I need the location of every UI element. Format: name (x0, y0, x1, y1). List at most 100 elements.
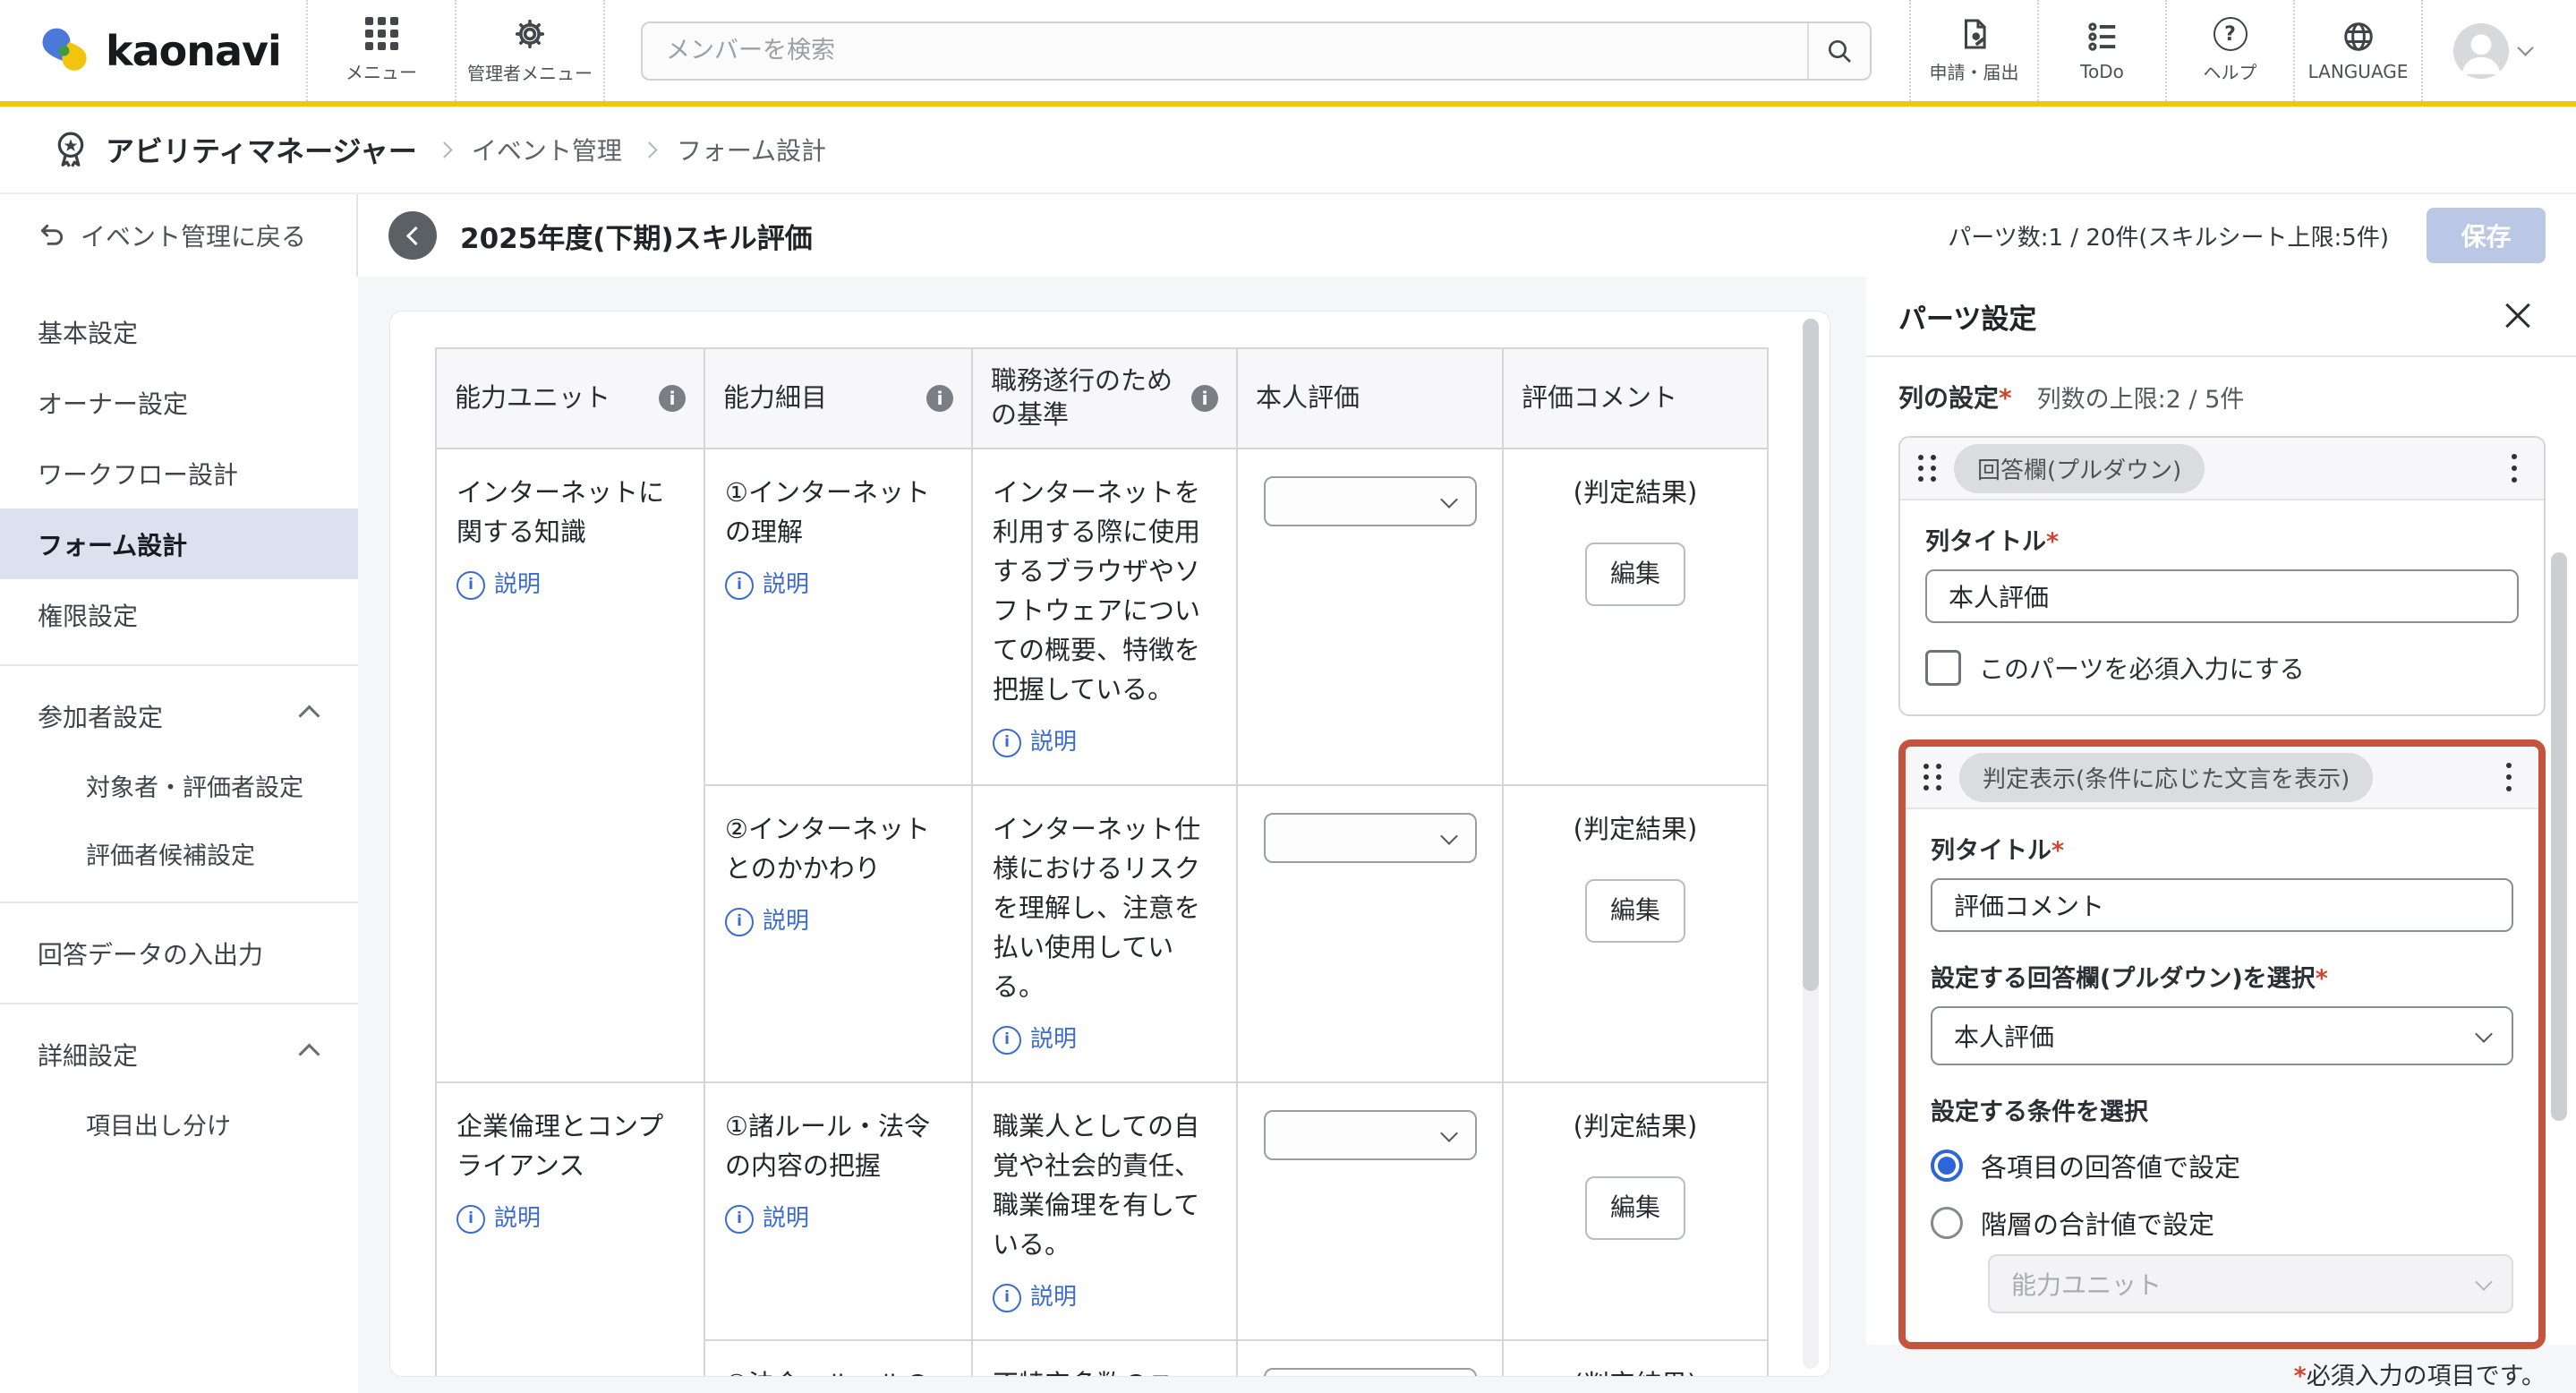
kebab-menu-icon[interactable] (2503, 759, 2515, 795)
self-evaluation-select[interactable] (1264, 1110, 1477, 1160)
required-checkbox-label: このパーツを必須入力にする (1979, 650, 2305, 686)
target-pulldown-select[interactable]: 本人評価 (1931, 1006, 2513, 1065)
info-icon[interactable]: i (926, 385, 953, 412)
sidebar-item-owner-settings[interactable]: オーナー設定 (0, 367, 358, 438)
search-input[interactable] (643, 37, 1807, 64)
sidebar-item-basic-settings[interactable]: 基本設定 (0, 296, 358, 367)
collapse-back-button[interactable] (388, 211, 437, 260)
unit-cell: インターネットに関する知識 i説明 (436, 449, 704, 1082)
help-label: ヘルプ (2204, 58, 2257, 84)
column-setting-row: 列の設定* 列数の上限:2 / 5件 (1898, 379, 2546, 414)
chevron-up-icon (298, 705, 320, 726)
panel-scrollbar-thumb[interactable] (2551, 552, 2567, 1121)
info-icon: i (456, 571, 485, 600)
info-icon: i (993, 1026, 1021, 1055)
sidebar-item-participant-settings[interactable]: 参加者設定 (0, 680, 358, 751)
save-button[interactable]: 保存 (2427, 208, 2546, 263)
edit-button[interactable]: 編集 (1585, 543, 1685, 606)
description-link[interactable]: i説明 (993, 1280, 1077, 1316)
todo-label: ToDo (2080, 61, 2124, 82)
close-icon[interactable] (2501, 299, 2535, 333)
body: 基本設定 オーナー設定 ワークフロー設計 フォーム設計 権限設定 参加者設定 対… (0, 277, 2576, 1393)
table-row: インターネットに関する知識 i説明 ①インターネットの理解 i説明 インターネッ… (436, 449, 1768, 785)
hierarchy-select-disabled: 能力ユニット (1988, 1254, 2513, 1313)
kaonavi-logo-icon (38, 26, 93, 76)
todo-list-icon (2086, 20, 2120, 54)
self-evaluation-select[interactable] (1264, 1368, 1477, 1377)
description-link[interactable]: i説明 (725, 568, 809, 603)
required-note: *必須入力の項目です。 (2294, 1356, 2546, 1391)
kebab-menu-icon[interactable] (2508, 450, 2521, 486)
parts-settings-panel: パーツ設定 列の設定* 列数の上限:2 / 5件 回答欄(プルダウン) 列 (1866, 277, 2576, 1345)
breadcrumb-event-management[interactable]: イベント管理 (472, 132, 622, 167)
description-link[interactable]: i説明 (993, 1022, 1077, 1058)
description-link[interactable]: i説明 (456, 1201, 541, 1237)
avatar (2453, 23, 2509, 79)
description-link[interactable]: i説明 (993, 725, 1077, 761)
self-evaluation-select[interactable] (1264, 476, 1477, 526)
description-link[interactable]: i説明 (725, 1201, 809, 1237)
applications-label: 申請・届出 (1930, 58, 2019, 84)
edit-button[interactable]: 編集 (1585, 879, 1685, 943)
chevron-right-icon (436, 141, 452, 158)
edit-button[interactable]: 編集 (1585, 1176, 1685, 1240)
column-title-label: 列タイトル (1931, 837, 2051, 865)
criteria-cell: インターネット仕様におけるリスクを理解し、注意を払い使用している。 i説明 (972, 785, 1237, 1082)
unit-cell: 企業倫理とコンプライアンス i説明 (436, 1082, 704, 1377)
help-button[interactable]: ? ヘルプ (2165, 0, 2293, 101)
drag-handle-icon[interactable] (1923, 764, 1941, 791)
criteria-cell: インターネットを利用する際に使用するブラウザやソフトウェアについての概要、特徴を… (972, 449, 1237, 785)
col-header-ability-unit: 能力ユニットi (436, 348, 704, 449)
description-link[interactable]: i説明 (725, 904, 809, 940)
account-menu[interactable] (2421, 0, 2562, 101)
undo-icon (38, 221, 66, 250)
column-title-input[interactable] (1925, 569, 2519, 623)
condition-radio-hierarchy-sum[interactable]: 階層の合計値で設定 (1931, 1204, 2513, 1242)
sidebar-section-io: 回答データの入出力 (0, 902, 358, 988)
sidebar-item-permission-settings[interactable]: 権限設定 (0, 579, 358, 650)
back-to-event-management[interactable]: イベント管理に戻る (0, 194, 358, 277)
self-evaluation-cell (1237, 1340, 1503, 1377)
table-scrollbar-thumb[interactable] (1803, 319, 1819, 991)
info-icon[interactable]: i (1191, 385, 1218, 412)
kaonavi-logo[interactable]: kaonavi (0, 0, 306, 101)
search-icon[interactable] (1807, 23, 1870, 79)
language-button[interactable]: LANGUAGE (2293, 0, 2421, 101)
drag-handle-icon[interactable] (1918, 455, 1936, 482)
admin-menu-button[interactable]: 管理者メニュー (455, 0, 605, 101)
admin-menu-label: 管理者メニュー (467, 59, 593, 85)
menu-label: メニュー (345, 58, 417, 84)
col-header-criteria: 職務遂行のための基準i (972, 348, 1237, 449)
menu-button[interactable]: メニュー (306, 0, 455, 101)
required-checkbox[interactable] (1925, 650, 1961, 686)
sidebar-section-participants: 参加者設定 対象者・評価者設定 評価者候補設定 (0, 664, 358, 887)
sidebar-item-answer-data-io[interactable]: 回答データの入出力 (0, 918, 358, 988)
breadcrumb-form-design[interactable]: フォーム設計 (677, 132, 826, 167)
required-mark: * (2046, 528, 2059, 556)
condition-radio-item-value[interactable]: 各項目の回答値で設定 (1931, 1147, 2513, 1184)
breadcrumb-app[interactable]: アビリティマネージャー (50, 129, 417, 170)
part-card-header: 判定表示(条件に応じた文言を表示) (1906, 747, 2538, 809)
column-title-input[interactable] (1931, 878, 2513, 932)
evaluation-comment-cell: (判定結果) 編集 (1503, 449, 1768, 785)
applications-button[interactable]: 申請・届出 (1909, 0, 2037, 101)
document-stamp-icon (1958, 17, 1992, 51)
chevron-down-icon (1440, 1124, 1458, 1142)
sidebar-item-advanced-settings[interactable]: 詳細設定 (0, 1019, 358, 1090)
info-icon[interactable]: i (659, 385, 686, 412)
sidebar-item-target-evaluator-settings[interactable]: 対象者・評価者設定 (0, 751, 358, 819)
chevron-up-icon (298, 1043, 320, 1064)
description-link[interactable]: i説明 (456, 568, 541, 603)
self-evaluation-select[interactable] (1264, 813, 1477, 863)
criteria-cell: 職業人としての自覚や社会的責任、職業倫理を有している。 i説明 (972, 1082, 1237, 1340)
sidebar-item-item-display-control[interactable]: 項目出し分け (0, 1090, 358, 1158)
toolbar-main: 2025年度(下期)スキル評価 パーツ数:1 / 20件(スキルシート上限:5件… (358, 194, 2576, 277)
column-limit: 列数の上限:2 / 5件 (2037, 380, 2245, 414)
todo-button[interactable]: ToDo (2037, 0, 2165, 101)
panel-title: パーツ設定 (1898, 296, 2036, 337)
sidebar-item-workflow-design[interactable]: ワークフロー設計 (0, 438, 358, 508)
sidebar-item-form-design[interactable]: フォーム設計 (0, 508, 358, 579)
brand-name: kaonavi (106, 27, 281, 75)
sidebar-item-evaluator-candidate-settings[interactable]: 評価者候補設定 (0, 819, 358, 887)
question-icon: ? (2213, 17, 2248, 51)
